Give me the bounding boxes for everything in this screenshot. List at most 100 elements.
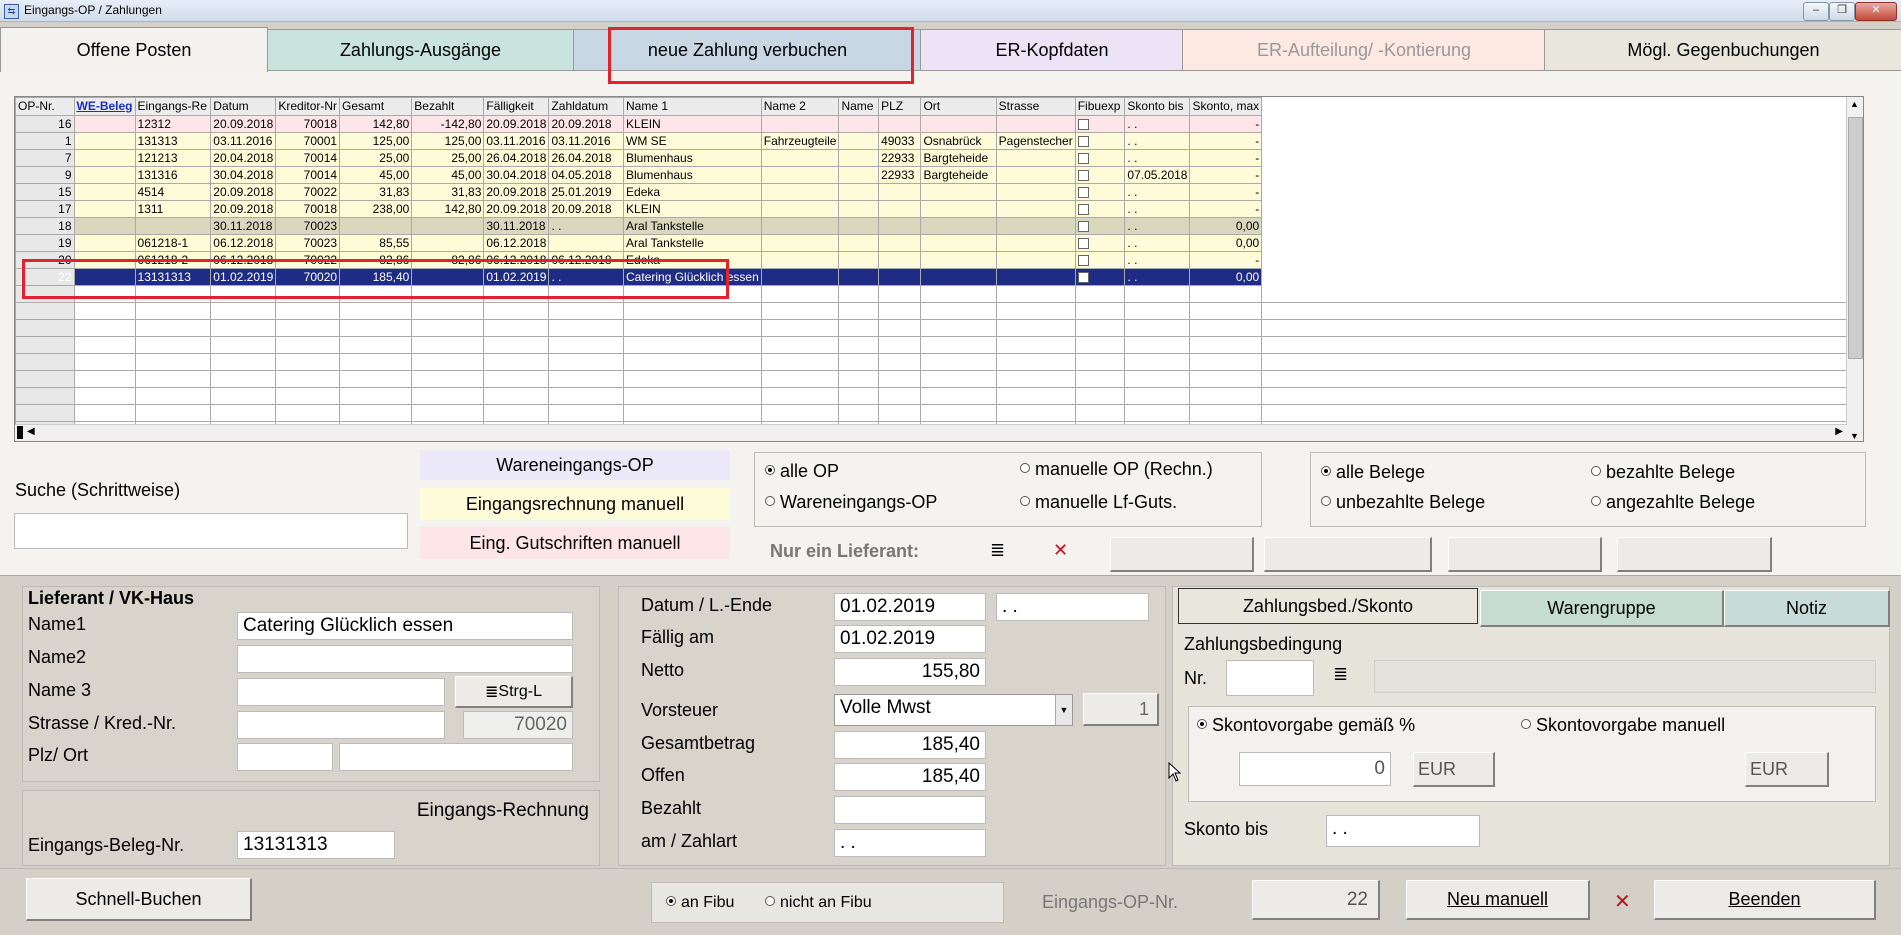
vorsteuer-select[interactable]: Volle Mwst ▼ bbox=[834, 694, 1073, 726]
radio-unbezahlte-belege[interactable]: unbezahlte Belege bbox=[1321, 492, 1485, 513]
radio-alle-op[interactable]: alle OP bbox=[765, 461, 839, 482]
tab-2[interactable]: Zahlungs-Ausgänge bbox=[266, 29, 575, 70]
filter-button-2[interactable] bbox=[1264, 537, 1432, 572]
strasse-field[interactable] bbox=[237, 711, 445, 739]
column-header[interactable]: Zahldatum bbox=[548, 97, 625, 116]
fibuexp-checkbox[interactable] bbox=[1077, 254, 1089, 266]
chevron-down-icon[interactable]: ▼ bbox=[1055, 695, 1072, 725]
column-header[interactable]: Datum bbox=[210, 97, 277, 116]
zahlart-field[interactable]: . . bbox=[834, 829, 986, 857]
fibuexp-checkbox[interactable] bbox=[1077, 220, 1089, 232]
radio-nicht-an-fibu[interactable]: nicht an Fibu bbox=[765, 894, 872, 912]
fibuexp-checkbox[interactable] bbox=[1077, 237, 1089, 249]
clear-icon[interactable]: ✕ bbox=[1614, 889, 1631, 914]
schnell-buchen-button[interactable]: Schnell-Buchen bbox=[26, 878, 252, 921]
column-header[interactable]: Name 2 bbox=[760, 97, 840, 116]
table-row[interactable]: 1 131313 03.11.2016 70001 125,00 125,00 03.11.… bbox=[15, 132, 1863, 150]
skonto-value-field[interactable]: 0 bbox=[1239, 752, 1391, 786]
neu-manuell-button[interactable]: Neu manuell bbox=[1406, 880, 1590, 920]
radio-skonto-prozent[interactable]: Skontovorgabe gemäß % bbox=[1197, 715, 1415, 736]
column-header[interactable]: PLZ bbox=[878, 97, 922, 116]
table-row[interactable]: 7 121213 20.04.2018 70014 25,00 25,00 26.04.20… bbox=[15, 149, 1863, 167]
column-header[interactable]: Eingangs-Re bbox=[134, 97, 212, 116]
radio-skonto-manuell[interactable]: Skontovorgabe manuell bbox=[1521, 715, 1725, 736]
name2-field[interactable] bbox=[237, 645, 573, 673]
fibuexp-checkbox[interactable] bbox=[1077, 186, 1089, 198]
column-header[interactable]: Name 1 bbox=[623, 97, 762, 116]
radio-manuelle-op[interactable]: manuelle OP (Rechn.) bbox=[1020, 459, 1213, 480]
zahlungsbed-nr-field[interactable] bbox=[1226, 660, 1314, 696]
fibuexp-checkbox[interactable] bbox=[1077, 152, 1089, 164]
table-row[interactable]: 16 12312 20.09.2018 70018 142,80 -142,80 20.09… bbox=[15, 115, 1863, 133]
grid-vertical-scrollbar[interactable]: ▲ ▼ bbox=[1846, 97, 1863, 441]
tab-3[interactable]: neue Zahlung verbuchen bbox=[573, 29, 922, 70]
fibuexp-checkbox[interactable] bbox=[1077, 135, 1089, 147]
close-window-button[interactable]: ✕ bbox=[1855, 2, 1897, 21]
table-row[interactable]: 19 061218-1 06.12.2018 70023 85,55 06.12.2018… bbox=[15, 234, 1863, 252]
table-row[interactable]: 20 061218-2 06.12.2018 70022 82,86 82,86 06.12… bbox=[15, 251, 1863, 269]
column-header[interactable]: Ort bbox=[920, 97, 997, 116]
eur-button-2[interactable]: EUR bbox=[1745, 752, 1829, 787]
radio-wareneingangs-op[interactable]: Wareneingangs-OP bbox=[765, 492, 937, 513]
column-header[interactable]: Skonto, max bbox=[1189, 97, 1263, 116]
table-row[interactable]: 18 30.11.2018 70023 30.11.2018. . Aral Tanks… bbox=[15, 217, 1863, 235]
op-grid[interactable]: OP-Nr. WE-Beleg Eingangs-Re Datum Kreditor-N… bbox=[14, 96, 1864, 442]
column-header[interactable]: OP-Nr. bbox=[15, 97, 75, 116]
clear-lieferant-icon[interactable]: ✕ bbox=[1053, 540, 1068, 561]
fibuexp-checkbox[interactable] bbox=[1077, 118, 1089, 130]
table-row[interactable]: 9 131316 30.04.2018 70014 45,00 45,00 30.04.20… bbox=[15, 166, 1863, 184]
ort-field[interactable] bbox=[339, 743, 573, 771]
eur-button-1[interactable]: EUR bbox=[1413, 752, 1495, 787]
grid-horizontal-scrollbar[interactable]: ◀ ▶ bbox=[15, 424, 1847, 441]
table-row[interactable]: 22 13131313 01.02.2019 70020 185,40 01.02.201… bbox=[15, 268, 1863, 286]
faellig-field[interactable]: 01.02.2019 bbox=[834, 625, 986, 653]
table-cell: . . bbox=[1124, 132, 1191, 150]
name1-field[interactable]: Catering Glücklich essen bbox=[237, 612, 573, 640]
subtab-2[interactable]: Warengruppe bbox=[1480, 590, 1724, 627]
netto-field[interactable]: 155,80 bbox=[834, 658, 986, 686]
gesamt-field[interactable]: 185,40 bbox=[834, 731, 986, 759]
skonto-bis-field[interactable]: . . bbox=[1326, 815, 1480, 847]
tab-1[interactable]: Offene Posten bbox=[0, 27, 268, 72]
radio-angezahlte-belege[interactable]: angezahlte Belege bbox=[1591, 492, 1755, 513]
plz-field[interactable] bbox=[237, 743, 333, 771]
strg-l-button[interactable]: ≣ Strg-L bbox=[455, 676, 573, 708]
maximize-button[interactable]: ❐ bbox=[1829, 2, 1855, 21]
column-header[interactable]: Name bbox=[838, 97, 880, 116]
zahlungsbed-list-icon[interactable]: ≣ bbox=[1333, 664, 1348, 685]
tab-6[interactable]: Mögl. Gegenbuchungen bbox=[1544, 29, 1901, 70]
radio-alle-belege[interactable]: alle Belege bbox=[1321, 462, 1425, 483]
beleg-nr-field[interactable]: 13131313 bbox=[237, 831, 395, 859]
column-header[interactable]: Fälligkeit bbox=[483, 97, 550, 116]
table-row[interactable]: 15 4514 20.09.2018 70022 31,83 31,83 20.09.201… bbox=[15, 183, 1863, 201]
column-header[interactable]: Fibuexp bbox=[1074, 97, 1126, 116]
column-header[interactable]: Skonto bis bbox=[1124, 97, 1191, 116]
column-header[interactable]: Strasse bbox=[995, 97, 1076, 116]
table-row[interactable]: 17 1311 20.09.2018 70018 238,00 142,80 20.09.2… bbox=[15, 200, 1863, 218]
subtab-3[interactable]: Notiz bbox=[1724, 590, 1890, 627]
radio-manuelle-gutschriften[interactable]: manuelle Lf-Guts. bbox=[1020, 492, 1177, 513]
minimize-button[interactable]: – bbox=[1803, 2, 1829, 21]
search-input[interactable] bbox=[14, 513, 408, 549]
radio-an-fibu[interactable]: an Fibu bbox=[666, 894, 734, 912]
tab-4[interactable]: ER-Kopfdaten bbox=[920, 29, 1184, 70]
column-header[interactable]: Bezahlt bbox=[411, 97, 485, 116]
filter-button-4[interactable] bbox=[1617, 537, 1772, 572]
filter-button-3[interactable] bbox=[1448, 537, 1602, 572]
fibuexp-checkbox[interactable] bbox=[1077, 203, 1089, 215]
table-cell bbox=[1074, 149, 1126, 167]
tab-5[interactable]: ER-Aufteilung/ -Kontierung bbox=[1182, 29, 1546, 70]
name3-field[interactable] bbox=[237, 678, 445, 706]
filter-button-1[interactable] bbox=[1110, 537, 1254, 572]
datum-field[interactable]: 01.02.2019 bbox=[834, 593, 986, 621]
radio-bezahlte-belege[interactable]: bezahlte Belege bbox=[1591, 462, 1735, 483]
subtab-1[interactable]: Zahlungsbed./Skonto bbox=[1178, 588, 1478, 624]
fibuexp-checkbox[interactable] bbox=[1077, 271, 1089, 283]
l-ende-field[interactable]: . . bbox=[996, 593, 1149, 621]
column-header[interactable]: WE-Beleg bbox=[73, 97, 136, 116]
fibuexp-checkbox[interactable] bbox=[1077, 169, 1089, 181]
list-icon[interactable]: ≣ bbox=[990, 540, 1005, 561]
column-header[interactable]: Kreditor-Nr bbox=[275, 97, 341, 116]
beenden-button[interactable]: Beenden bbox=[1654, 880, 1876, 920]
column-header[interactable]: Gesamt bbox=[339, 97, 413, 116]
